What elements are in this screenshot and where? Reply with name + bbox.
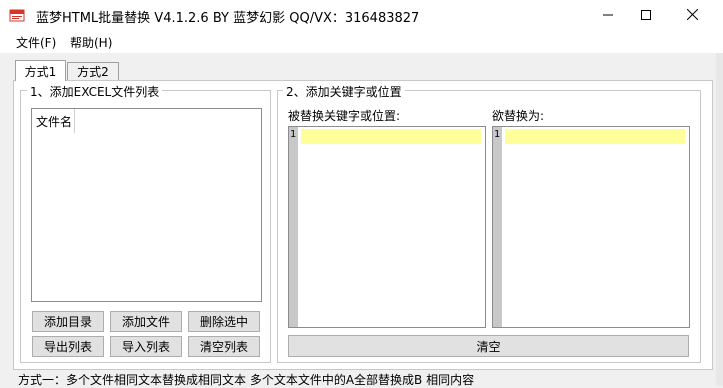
find-line-number: 1 xyxy=(290,129,297,140)
tab-method-1[interactable]: 方式1 xyxy=(15,60,66,81)
add-file-button[interactable]: 添加文件 xyxy=(110,311,182,332)
file-listview[interactable]: 文件名 xyxy=(31,108,262,302)
clear-button[interactable]: 清空 xyxy=(288,335,689,357)
replace-editor[interactable]: 1 xyxy=(492,126,690,328)
minimize-icon xyxy=(603,9,613,23)
replace-label: 欲替换为: xyxy=(492,109,545,123)
find-current-line xyxy=(301,129,481,144)
find-editor-gutter xyxy=(289,127,298,327)
add-directory-button[interactable]: 添加目录 xyxy=(32,311,104,332)
replace-legend: 2、添加关键字或位置 xyxy=(283,83,405,100)
maximize-icon xyxy=(641,9,651,23)
replace-editor-gutter xyxy=(493,127,502,327)
app-icon xyxy=(9,7,25,23)
status-text: 方式一：多个文件相同文本替换成相同文本 多个文本文件中的A全部替换成B 相同内容 xyxy=(18,373,475,387)
export-list-button[interactable]: 导出列表 xyxy=(32,336,104,357)
window-edge xyxy=(716,53,723,386)
delete-selected-button[interactable]: 删除选中 xyxy=(188,311,260,332)
file-list-legend: 1、添加EXCEL文件列表 xyxy=(27,83,163,100)
menu-file[interactable]: 文件(F) xyxy=(16,34,56,51)
maximize-button[interactable] xyxy=(623,0,669,31)
replace-current-line xyxy=(505,129,685,144)
tab-method-2[interactable]: 方式2 xyxy=(67,62,119,80)
close-button[interactable] xyxy=(669,0,715,31)
close-icon xyxy=(686,8,698,23)
menu-help[interactable]: 帮助(H) xyxy=(70,34,112,51)
find-editor[interactable]: 1 xyxy=(288,126,486,328)
clear-list-button[interactable]: 清空列表 xyxy=(188,336,260,357)
import-list-button[interactable]: 导入列表 xyxy=(110,336,182,357)
find-label: 被替换关键字或位置: xyxy=(288,109,401,123)
replace-line-number: 1 xyxy=(494,129,501,140)
column-header-filename[interactable]: 文件名 xyxy=(32,109,75,133)
window-title: 蓝梦HTML批量替换 V4.1.2.6 BY 蓝梦幻影 QQ/VX：316483… xyxy=(36,11,420,26)
